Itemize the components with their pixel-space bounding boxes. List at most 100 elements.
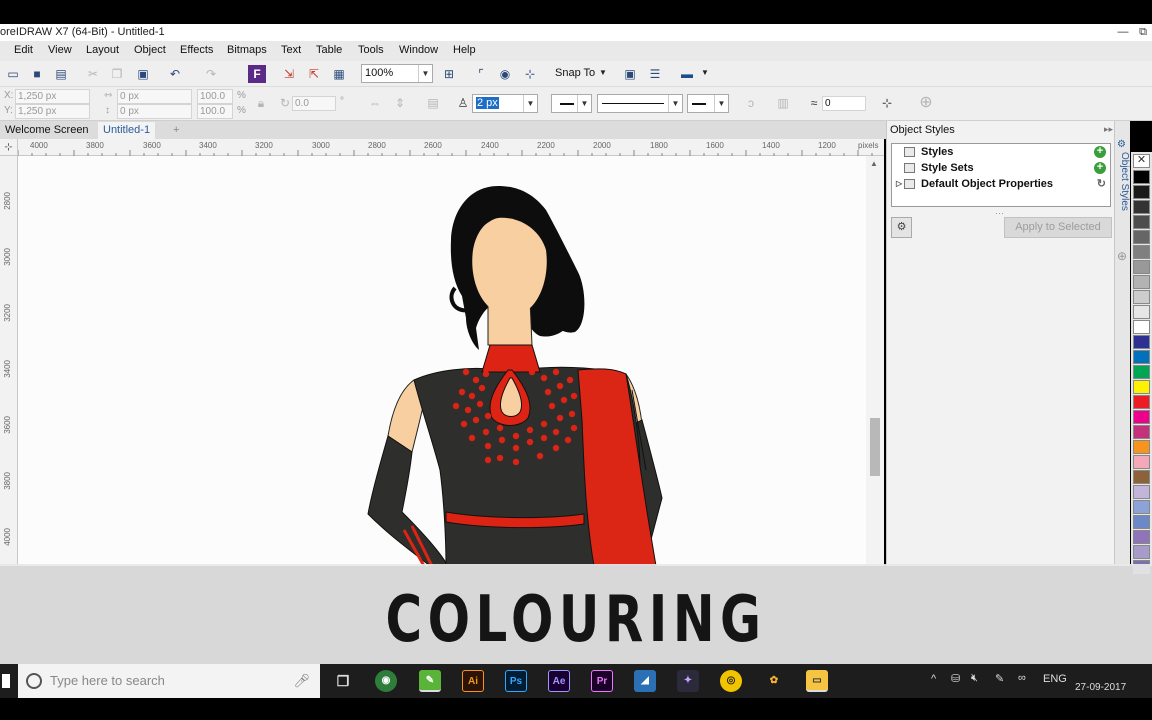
apply-to-selected-button[interactable]: Apply to Selected [1004, 217, 1112, 238]
menu-bitmaps[interactable]: Bitmaps [227, 44, 267, 56]
copy-icon[interactable]: ❐ [108, 65, 126, 83]
color-swatch[interactable] [1133, 455, 1150, 469]
taskbar-date[interactable]: 27-09-2017 [1075, 682, 1126, 693]
color-swatch[interactable] [1133, 335, 1150, 349]
volume-icon[interactable]: 🔇︎ [971, 672, 978, 685]
open-icon[interactable]: ▭ [4, 65, 22, 83]
scale-x-field[interactable]: 100.0 [197, 89, 233, 104]
application-launcher-icon[interactable]: ☰ [646, 65, 664, 83]
y-position-field[interactable]: 1,250 px [15, 104, 90, 119]
tree-item-styles[interactable]: Styles + [892, 144, 1110, 160]
redo-icon[interactable]: ↷ [202, 65, 220, 83]
vertical-ruler[interactable]: 2800 3000 3200 3400 3600 3800 4000 [0, 156, 18, 566]
color-swatch[interactable] [1133, 485, 1150, 499]
color-swatch[interactable] [1133, 545, 1150, 559]
expand-arrow-icon[interactable]: ▷ [896, 176, 902, 192]
quick-customize-icon[interactable]: ⊹ [878, 94, 896, 112]
menu-layout[interactable]: Layout [86, 44, 119, 56]
photoshop-app-icon[interactable]: Ps [505, 670, 527, 692]
color-swatch[interactable] [1133, 350, 1150, 364]
add-icon[interactable]: ⊕ [917, 94, 935, 112]
mirror-vertical-icon[interactable]: ⇕ [391, 94, 409, 112]
corel-connect-icon[interactable]: F [248, 65, 266, 83]
file-explorer-app-icon[interactable]: ▭ [806, 670, 828, 692]
tree-item-style-sets[interactable]: Style Sets + [892, 160, 1110, 176]
ruler-origin-icon[interactable]: ⊹ [0, 139, 18, 156]
corel-capture-app-icon[interactable]: ✦ [677, 670, 699, 692]
coreldraw-app-icon[interactable]: ✎ [419, 670, 441, 692]
corner-value-field[interactable]: 0 [822, 96, 866, 111]
color-swatch[interactable] [1133, 305, 1150, 319]
refresh-icon[interactable]: ↻ [1097, 176, 1106, 192]
object-width-field[interactable]: 0 px [117, 89, 192, 104]
menu-view[interactable]: View [48, 44, 72, 56]
add-style-set-icon[interactable]: + [1094, 162, 1106, 174]
new-tab-icon[interactable]: + [168, 122, 184, 139]
color-swatch[interactable] [1133, 500, 1150, 514]
start-arrowhead-dropdown[interactable]: ▼ [551, 94, 592, 113]
menu-effects[interactable]: Effects [180, 44, 213, 56]
windows-start-icon[interactable] [2, 674, 10, 688]
line-style-dropdown[interactable]: ▼ [597, 94, 683, 113]
add-style-icon[interactable]: + [1094, 146, 1106, 158]
close-curve-icon[interactable]: ↄ [742, 94, 760, 112]
tab-untitled-1[interactable]: Untitled-1 [98, 122, 156, 139]
color-swatch[interactable] [1133, 515, 1150, 529]
full-screen-icon[interactable]: ⊞ [440, 65, 458, 83]
pen-icon[interactable]: ✎ [995, 672, 1004, 685]
horizontal-ruler[interactable]: 4000 3800 3600 3400 3200 3000 2800 2600 … [18, 139, 884, 156]
tray-expand-icon[interactable]: ^ [931, 673, 936, 685]
scrollbar-thumb[interactable] [870, 418, 880, 476]
snap-to-button[interactable]: Snap To [555, 67, 595, 79]
premiere-app-icon[interactable]: Pr [591, 670, 613, 692]
language-indicator[interactable]: ENG [1043, 673, 1067, 685]
color-swatch[interactable] [1133, 395, 1150, 409]
rotation-angle-field[interactable]: 0.0 [292, 96, 336, 111]
color-swatch[interactable] [1133, 245, 1150, 259]
connection-icon[interactable]: ∞ [1018, 672, 1026, 684]
export-icon[interactable]: ⇱ [305, 65, 323, 83]
menu-help[interactable]: Help [453, 44, 476, 56]
fashion-illustration[interactable] [18, 156, 866, 567]
taskbar-search-box[interactable]: Type here to search 🎤︎ [18, 664, 320, 698]
publish-pdf-icon[interactable]: ▦ [330, 65, 348, 83]
photos-app-icon[interactable]: ◢ [634, 670, 656, 692]
paste-icon[interactable]: ▣ [134, 65, 152, 83]
welcome-screen-icon[interactable]: ▬ [678, 65, 696, 83]
menu-edit[interactable]: Edit [14, 44, 33, 56]
color-swatch[interactable] [1133, 230, 1150, 244]
text-wrap-icon[interactable]: ▥ [774, 94, 792, 112]
cut-icon[interactable]: ✂ [84, 65, 102, 83]
illustrator-app-icon[interactable]: Ai [462, 670, 484, 692]
x-position-field[interactable]: 1,250 px [15, 89, 90, 104]
color-swatch[interactable] [1133, 410, 1150, 424]
docker-expand-icon[interactable]: ▸▸ [1104, 124, 1113, 135]
show-grid-icon[interactable]: ◉ [496, 65, 514, 83]
color-swatch[interactable] [1133, 470, 1150, 484]
wrap-text-icon[interactable]: ▤ [424, 94, 442, 112]
undo-icon[interactable]: ↶ [166, 65, 184, 83]
outline-width-dropdown[interactable]: 2 px ▼ [472, 94, 538, 113]
end-arrowhead-dropdown[interactable]: ▼ [687, 94, 729, 113]
menu-tools[interactable]: Tools [358, 44, 384, 56]
mirror-horizontal-icon[interactable]: ⇔ [366, 94, 384, 112]
zoom-level-dropdown[interactable]: 100% ▼ [361, 64, 433, 83]
task-view-icon[interactable]: ❐ [332, 670, 354, 692]
vertical-scrollbar[interactable]: ▲ [866, 156, 884, 566]
color-swatch[interactable] [1133, 365, 1150, 379]
color-swatch[interactable] [1133, 260, 1150, 274]
microphone-icon[interactable]: 🎤︎ [293, 664, 310, 698]
color-swatch[interactable] [1133, 440, 1150, 454]
import-icon[interactable]: ⇲ [280, 65, 298, 83]
tab-welcome-screen[interactable]: Welcome Screen [0, 122, 94, 139]
splitter-handle[interactable]: ⋯ [995, 208, 1004, 219]
menu-window[interactable]: Window [399, 44, 438, 56]
scroll-up-icon[interactable]: ▲ [870, 159, 878, 168]
save-icon[interactable]: ■ [28, 65, 46, 83]
menu-text[interactable]: Text [281, 44, 301, 56]
after-effects-app-icon[interactable]: Ae [548, 670, 570, 692]
show-rulers-icon[interactable]: ⌜ [472, 65, 490, 83]
no-color-swatch[interactable]: ✕ [1133, 154, 1150, 168]
minimize-button[interactable]: — [1113, 24, 1133, 41]
media-app-icon[interactable]: ◎ [720, 670, 742, 692]
